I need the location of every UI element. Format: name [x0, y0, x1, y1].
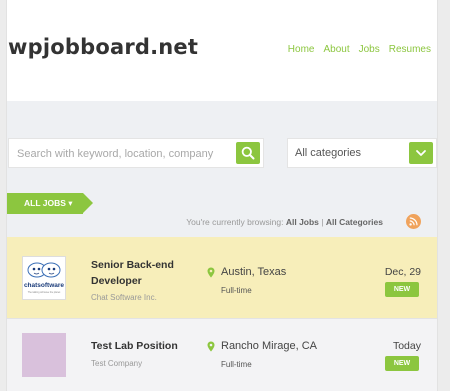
job-location: Austin, Texas [207, 266, 286, 278]
rss-icon [409, 217, 418, 226]
job-listing-row[interactable]: chatsoftware The talking will save the p… [7, 237, 437, 319]
map-pin-icon [207, 341, 215, 351]
job-location: Rancho Mirage, CA [207, 340, 317, 352]
nav-about-link[interactable]: About [323, 44, 349, 55]
job-type: Full-time [221, 360, 252, 369]
job-type: Full-time [221, 286, 252, 295]
nav-home-link[interactable]: Home [288, 44, 315, 55]
new-badge: NEW [385, 282, 419, 297]
job-date: Dec, 29 [384, 266, 421, 278]
browsing-jobs-link[interactable]: All Jobs [286, 217, 319, 227]
new-badge: NEW [385, 356, 419, 371]
job-title-link[interactable]: Test Lab Position [91, 338, 191, 354]
category-select-value: All categories [295, 147, 362, 159]
site-header: wpjobboard.net Home About Jobs Resumes [7, 0, 437, 101]
job-company: Chat Software Inc. [91, 293, 157, 302]
job-location-text: Austin, Texas [221, 266, 287, 278]
chevron-down-icon [416, 150, 426, 156]
job-company: Test Company [91, 359, 143, 368]
search-input[interactable] [17, 146, 237, 162]
main-nav: Home About Jobs Resumes [288, 44, 431, 55]
nav-resumes-link[interactable]: Resumes [389, 44, 431, 55]
category-dropdown-button[interactable] [409, 142, 433, 164]
page: wpjobboard.net Home About Jobs Resumes A… [6, 0, 438, 391]
browsing-separator: | [318, 217, 326, 227]
job-title-link[interactable]: Senior Back-end Developer [91, 257, 191, 289]
site-logo-text[interactable]: wpjobboard.net [8, 35, 198, 59]
all-jobs-filter-tab[interactable]: ALL JOBS ▾ [7, 193, 93, 214]
category-select[interactable]: All categories [287, 138, 437, 168]
browsing-prefix: You're currently browsing: [186, 217, 284, 227]
browsing-categories-link[interactable]: All Categories [326, 217, 383, 227]
company-logo-placeholder [22, 333, 66, 377]
job-location-text: Rancho Mirage, CA [221, 340, 317, 352]
logo-tagline: The talking will save the planet [28, 291, 61, 294]
search-field-container [8, 138, 264, 168]
search-button[interactable] [236, 142, 260, 164]
job-date: Today [392, 340, 421, 352]
map-pin-icon [207, 267, 215, 277]
browsing-status: You're currently browsing: All Jobs | Al… [186, 217, 383, 227]
logo-wordmark: chatsoftware [24, 282, 64, 289]
chat-software-logo-icon: chatsoftware The talking will save the p… [24, 262, 64, 294]
rss-button[interactable] [406, 214, 421, 229]
nav-jobs-link[interactable]: Jobs [359, 44, 380, 55]
company-logo: chatsoftware The talking will save the p… [22, 256, 66, 300]
job-listing-row[interactable]: Test Lab Position Test Company Rancho Mi… [7, 319, 437, 391]
search-icon [241, 146, 255, 160]
